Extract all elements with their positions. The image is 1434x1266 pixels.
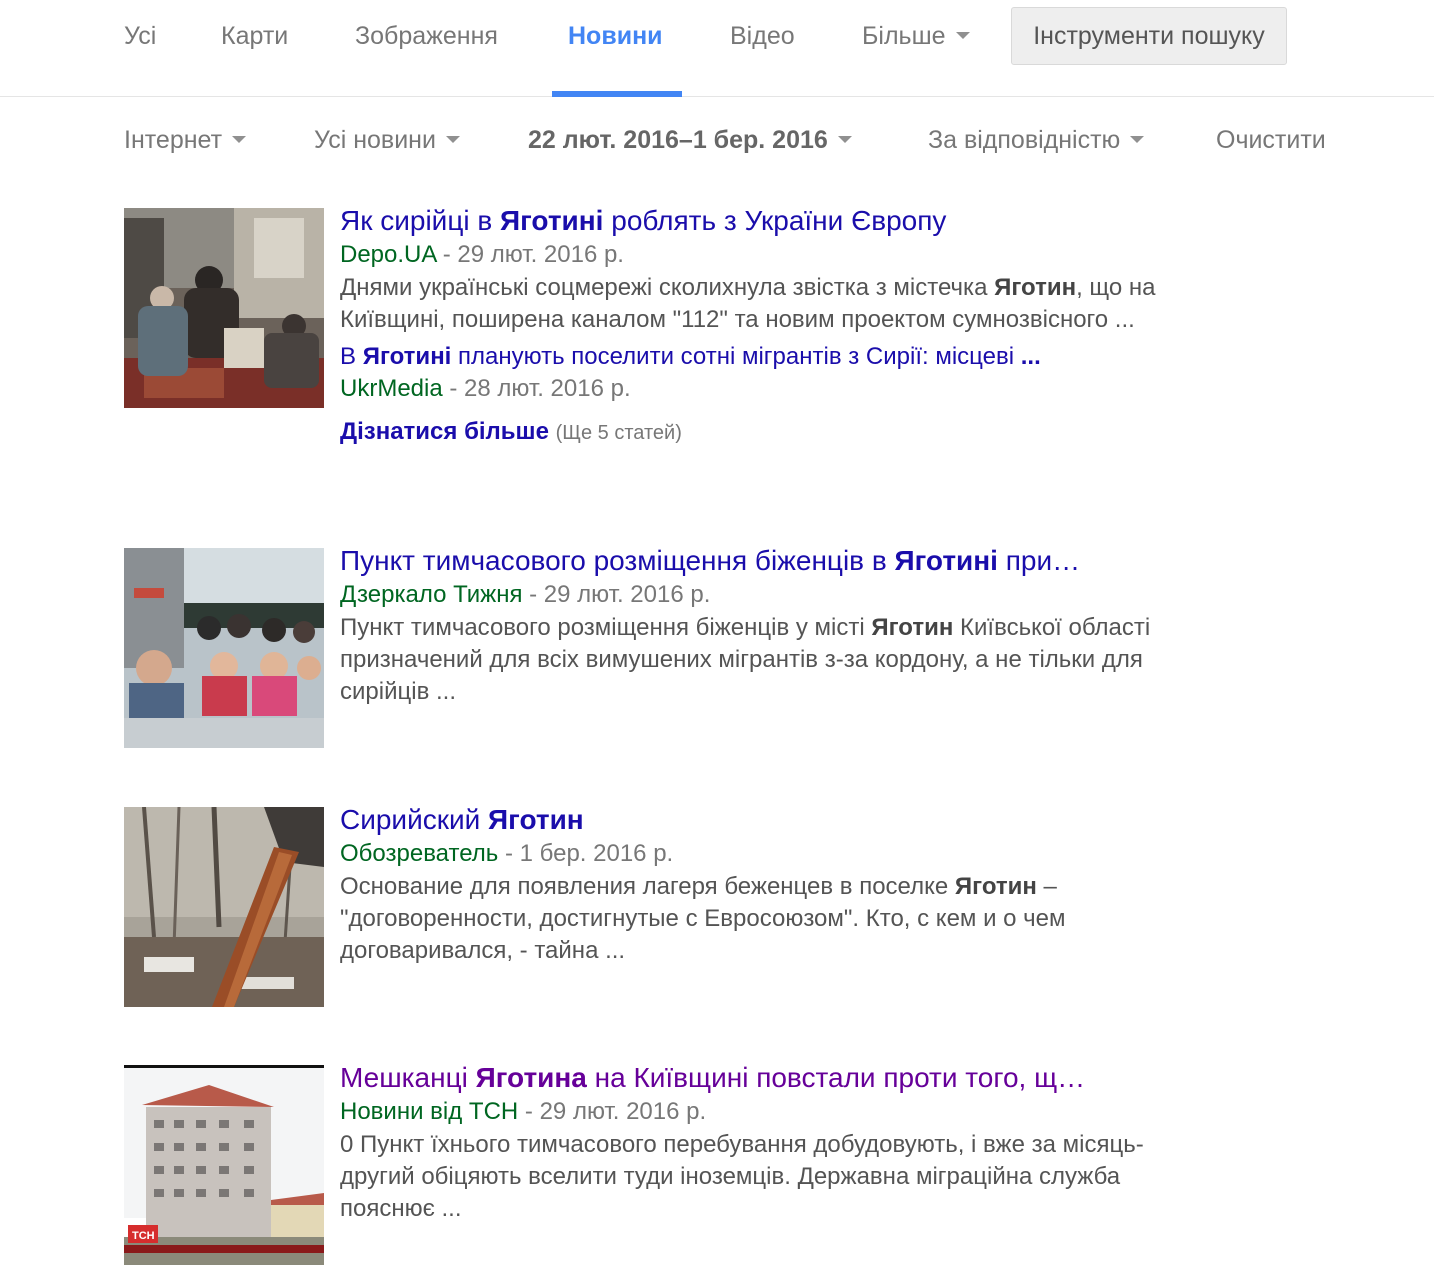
filter-source-label: Інтернет: [124, 126, 223, 154]
result-title-link[interactable]: Як сирійці в Яготині роблять з України Є…: [340, 204, 1160, 238]
title-highlight: Яготина: [475, 1062, 587, 1093]
search-tabs-bar: Усі Карти Зображення Новини Відео Більше…: [0, 0, 1434, 97]
title-text: Мешканці: [340, 1062, 476, 1093]
result-thumbnail[interactable]: [124, 807, 324, 1007]
filter-type-dropdown[interactable]: Усі новини: [314, 118, 460, 162]
related-article-link[interactable]: В Яготині планують поселити сотні мігран…: [340, 342, 1160, 372]
chevron-down-icon: [837, 135, 852, 143]
filter-date-label: 22 лют. 2016–1 бер. 2016: [528, 126, 828, 154]
tab-more-label: Більше: [862, 22, 946, 50]
title-text: на Київщині повстали проти того, щ…: [586, 1062, 1086, 1093]
chevron-down-icon: [955, 31, 970, 39]
news-result: Пункт тимчасового розміщення біженців в …: [124, 545, 1164, 758]
title-text: Як сирійці в: [340, 205, 501, 236]
snippet-text: 0 Пункт їхнього тимчасового перебування …: [340, 1131, 1144, 1222]
result-meta: Дзеркало Тижня - 29 лют. 2016 р.: [340, 578, 1160, 612]
related-source: UkrMedia: [340, 375, 443, 402]
result-meta: Новини від ТСН - 29 лют. 2016 р.: [340, 1095, 1160, 1129]
result-source: Depo.UA: [340, 241, 437, 268]
result-snippet: Днями українські соцмережі сколихнула зв…: [340, 272, 1160, 336]
tab-video-label: Відео: [730, 22, 795, 50]
snippet-text: Основание для появления лагеря беженцев …: [340, 873, 955, 900]
tsn-logo-text: ТСН: [132, 1230, 155, 1242]
news-result: ТСН Мешканці Яготина на Київщині повстал…: [124, 1062, 1164, 1265]
result-title-link[interactable]: Пункт тимчасового розміщення біженців в …: [340, 544, 1160, 578]
filter-type-label: Усі новини: [314, 126, 436, 154]
filter-date-dropdown[interactable]: 22 лют. 2016–1 бер. 2016: [528, 118, 852, 162]
photo-refugees-room-image: [124, 208, 324, 408]
tab-more[interactable]: Більше: [862, 0, 970, 97]
result-source: Новини від ТСН: [340, 1098, 519, 1125]
result-date: - 29 лют. 2016 р.: [436, 241, 624, 268]
related-date: - 28 лют. 2016 р.: [442, 375, 631, 402]
photo-building-image: ТСН: [124, 1065, 324, 1265]
chevron-down-icon: [1130, 135, 1145, 143]
related-title-highlight: Яготині: [362, 343, 452, 370]
chevron-down-icon: [445, 135, 460, 143]
result-body: Пункт тимчасового розміщення біженців в …: [340, 544, 1160, 708]
snippet-highlight: Яготин: [954, 873, 1037, 900]
filter-sort-dropdown[interactable]: За відповідністю: [928, 118, 1145, 162]
result-body: Сирийский Яготин Обозреватель - 1 бер. 2…: [340, 803, 1160, 967]
filter-source-dropdown[interactable]: Інтернет: [124, 118, 247, 162]
title-text: Сирийский: [340, 804, 489, 835]
title-highlight: Яготин: [488, 804, 584, 835]
title-highlight: Яготині: [894, 545, 998, 576]
filter-clear-label: Очистити: [1216, 126, 1326, 154]
search-tools-button[interactable]: Інструменти пошуку: [1011, 7, 1287, 65]
result-meta: Обозреватель - 1 бер. 2016 р.: [340, 837, 1160, 871]
photo-axe-forest-image: [124, 807, 324, 1007]
more-articles-link[interactable]: Дізнатися більше: [340, 418, 549, 445]
title-highlight: Яготині: [500, 205, 604, 236]
filter-sort-label: За відповідністю: [928, 126, 1121, 154]
tab-images-label: Зображення: [355, 22, 498, 50]
snippet-highlight: Яготин: [871, 614, 954, 641]
news-result: Як сирійці в Яготині роблять з України Є…: [124, 205, 1164, 498]
news-result: Сирийский Яготин Обозреватель - 1 бер. 2…: [124, 804, 1164, 1017]
result-thumbnail[interactable]: [124, 208, 324, 408]
tab-all-label: Усі: [124, 22, 157, 50]
snippet-highlight: Яготин: [994, 274, 1077, 301]
title-text: Пункт тимчасового розміщення біженців в: [340, 545, 895, 576]
chevron-down-icon: [232, 135, 247, 143]
title-text: при…: [997, 545, 1081, 576]
result-snippet: Пункт тимчасового розміщення біженців у …: [340, 612, 1160, 708]
related-title-text: В: [340, 343, 363, 370]
result-title-link[interactable]: Сирийский Яготин: [340, 803, 1160, 837]
filter-clear-link[interactable]: Очистити: [1216, 118, 1326, 162]
tab-news[interactable]: Новини: [552, 0, 682, 97]
title-text: роблять з України Європу: [603, 205, 947, 236]
result-body: Як сирійці в Яготині роблять з України Є…: [340, 204, 1160, 449]
snippet-text: Пункт тимчасового розміщення біженців у …: [340, 614, 872, 641]
tab-video[interactable]: Відео: [730, 0, 795, 97]
tab-news-label: Новини: [568, 22, 663, 50]
result-body: Мешканці Яготина на Київщині повстали пр…: [340, 1061, 1160, 1225]
result-thumbnail[interactable]: [124, 548, 324, 748]
result-title-link[interactable]: Мешканці Яготина на Київщині повстали пр…: [340, 1061, 1160, 1095]
related-title-ellipsis: ...: [1020, 343, 1041, 370]
related-title-text: планують поселити сотні мігрантів з Сирі…: [451, 343, 1021, 370]
tab-maps[interactable]: Карти: [221, 0, 288, 97]
result-source: Обозреватель: [340, 840, 499, 867]
photo-refugee-children-image: [124, 548, 324, 748]
more-articles-row: Дізнатися більше (Ще 5 статей): [340, 416, 1160, 449]
result-snippet: 0 Пункт їхнього тимчасового перебування …: [340, 1129, 1160, 1225]
result-meta: Depo.UA - 29 лют. 2016 р.: [340, 238, 1160, 272]
result-date: - 1 бер. 2016 р.: [498, 840, 674, 867]
result-date: - 29 лют. 2016 р.: [522, 581, 711, 608]
result-source: Дзеркало Тижня: [340, 581, 523, 608]
result-thumbnail[interactable]: ТСН: [124, 1065, 324, 1265]
search-tools-label: Інструменти пошуку: [1033, 22, 1265, 50]
more-articles-count: (Ще 5 статей): [555, 422, 682, 444]
result-snippet: Основание для появления лагеря беженцев …: [340, 871, 1160, 967]
tab-maps-label: Карти: [221, 22, 289, 50]
snippet-text: Днями українські соцмережі сколихнула зв…: [340, 274, 995, 301]
related-article-meta: UkrMedia - 28 лют. 2016 р.: [340, 372, 1160, 406]
tab-images[interactable]: Зображення: [355, 0, 498, 97]
tab-all[interactable]: Усі: [124, 0, 156, 97]
result-date: - 29 лют. 2016 р.: [518, 1098, 707, 1125]
